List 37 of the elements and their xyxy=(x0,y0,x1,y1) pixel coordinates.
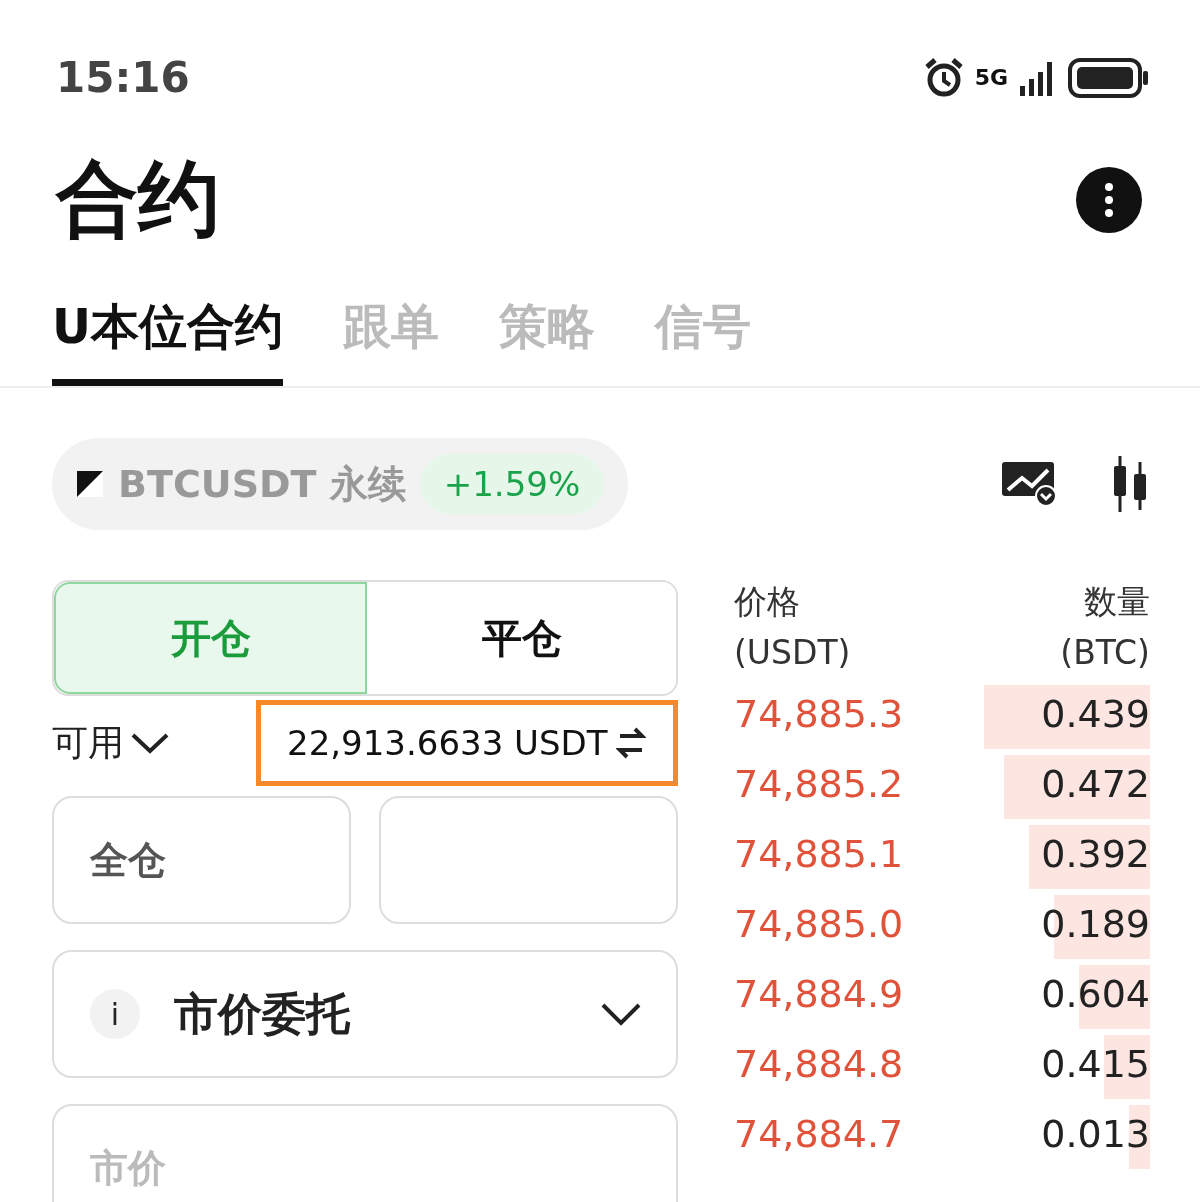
info-icon: i xyxy=(90,989,140,1039)
ask-quantity: 0.392 xyxy=(1041,832,1150,876)
ask-price: 74,884.9 xyxy=(734,972,904,1016)
ask-price: 74,885.1 xyxy=(734,832,904,876)
change-badge: +1.59% xyxy=(419,454,605,514)
page-title: 合约 xyxy=(56,150,220,248)
column-unit: (USDT) xyxy=(734,633,851,672)
available-balance: 22,913.6633 USDT xyxy=(256,700,678,786)
ask-price: 74,885.3 xyxy=(734,692,904,736)
column-header: 数量 xyxy=(1084,581,1150,623)
ask-quantity: 0.604 xyxy=(1041,972,1150,1016)
order-type-select[interactable]: i 市价委托 xyxy=(52,950,678,1078)
battery-icon xyxy=(1068,56,1150,99)
ask-price: 74,885.2 xyxy=(734,762,904,806)
more-icon xyxy=(1104,182,1114,218)
leverage-field[interactable] xyxy=(379,796,678,924)
chevron-down-icon xyxy=(130,731,170,755)
ask-quantity: 0.472 xyxy=(1041,762,1150,806)
available-dropdown[interactable]: 可用 xyxy=(52,718,170,768)
margin-mode-field[interactable]: 全仓 xyxy=(52,796,351,924)
ask-quantity: 0.189 xyxy=(1041,902,1150,946)
contract-icon xyxy=(76,470,104,498)
ask-quantity: 0.415 xyxy=(1041,1042,1150,1086)
ask-price: 74,885.0 xyxy=(734,902,904,946)
price-field[interactable]: 市价 xyxy=(52,1104,678,1202)
column-unit: (BTC) xyxy=(1060,633,1150,672)
column-header: 价格 xyxy=(734,581,801,623)
ask-quantity: 0.013 xyxy=(1041,1112,1150,1156)
ask-quantity: 0.439 xyxy=(1041,692,1150,736)
ask-price: 74,884.7 xyxy=(734,1112,904,1156)
network-label: 5G xyxy=(974,65,1008,90)
ask-price: 74,884.8 xyxy=(734,1042,904,1086)
chevron-down-icon xyxy=(600,1001,642,1027)
ticker-symbol: BTCUSDT 永续 xyxy=(118,460,406,508)
status-time: 15:16 xyxy=(56,53,190,102)
swap-icon[interactable] xyxy=(615,726,646,760)
tab[interactable]: U本位合约 xyxy=(52,295,283,386)
